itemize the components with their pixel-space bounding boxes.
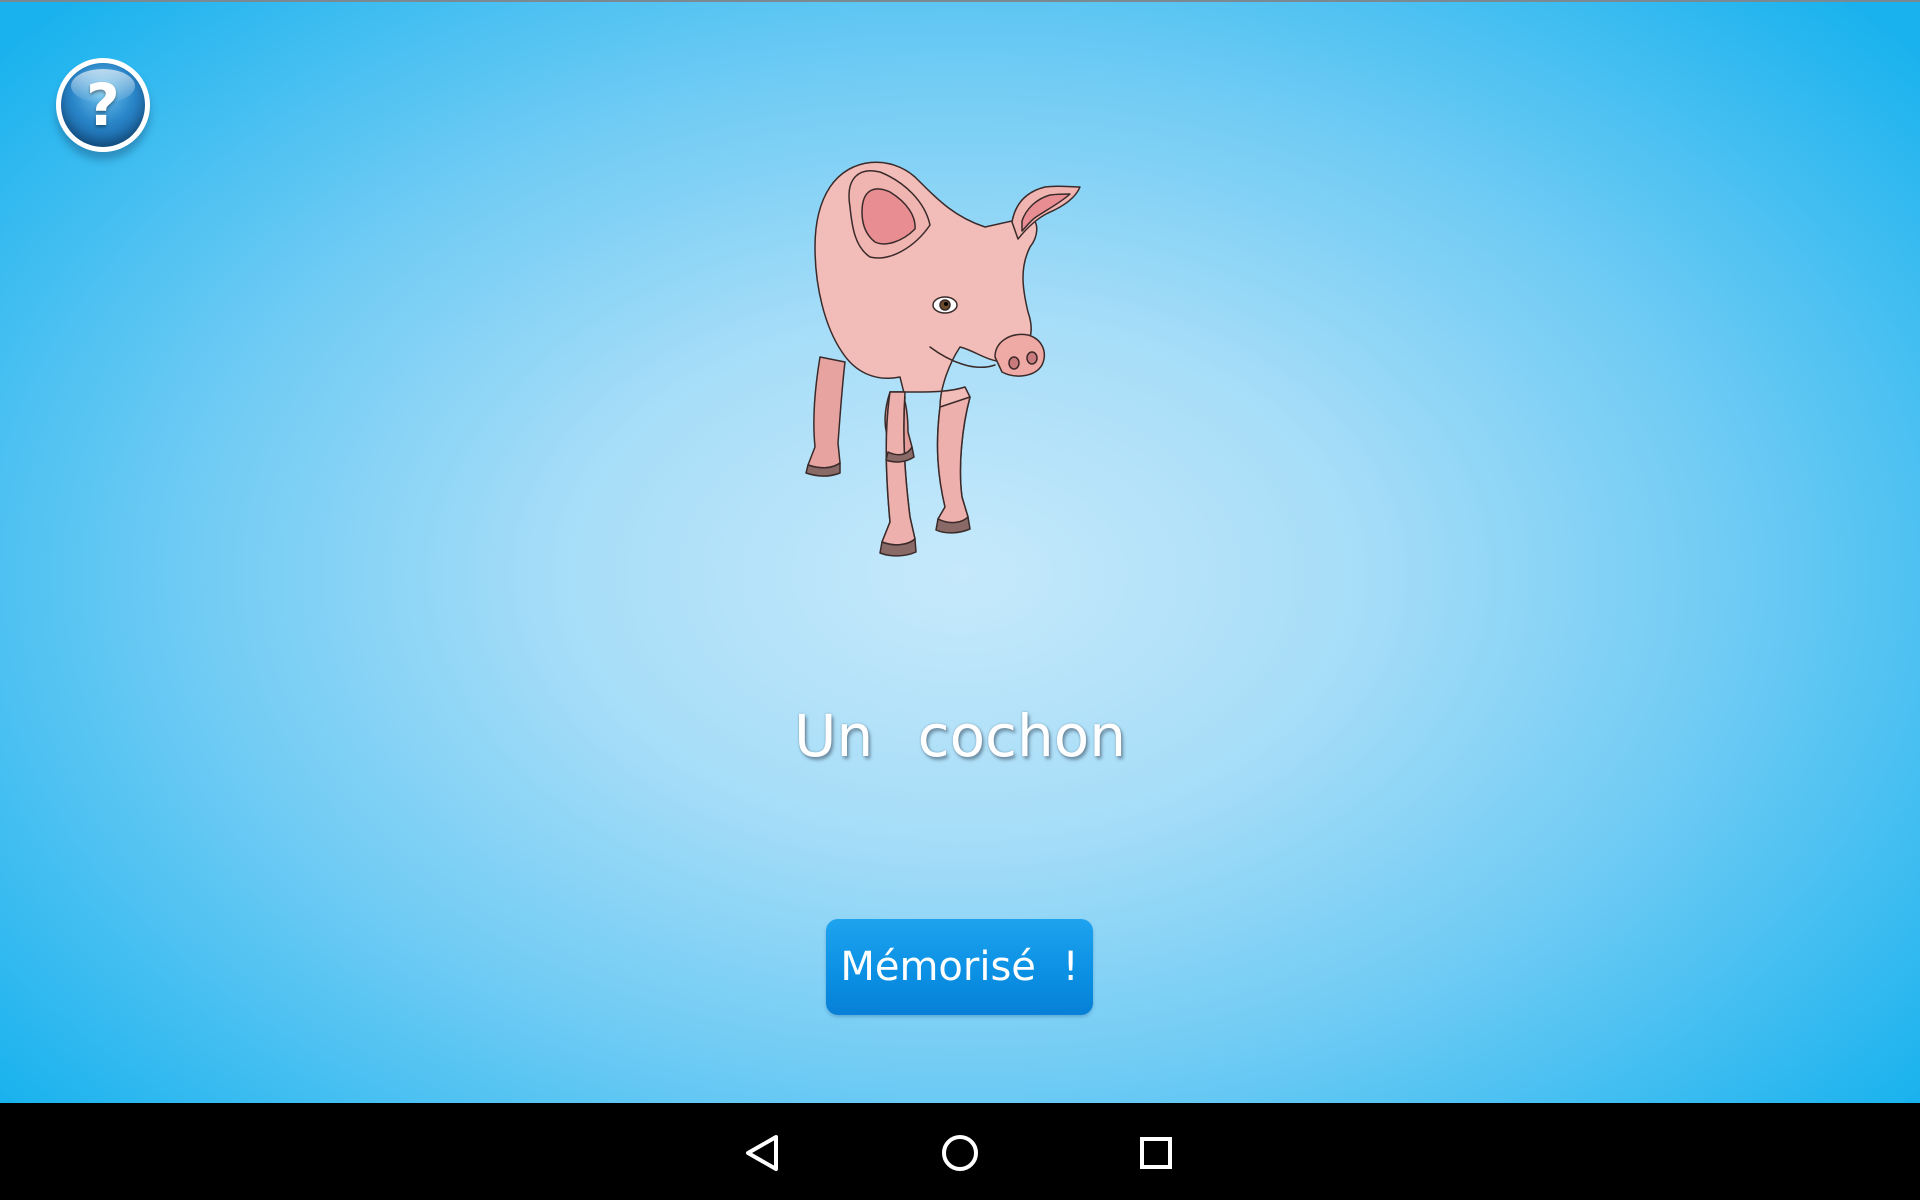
flashcard-screen: ? Un cochon Mémorisé !: [0, 0, 1920, 1103]
device-screen: ? Un cochon Mémorisé !: [0, 0, 1920, 1200]
question-mark-icon: ?: [86, 71, 120, 139]
help-button[interactable]: ?: [56, 58, 150, 152]
word-label: Un cochon: [794, 702, 1126, 770]
home-circle-icon[interactable]: [932, 1125, 988, 1181]
recents-square-icon[interactable]: [1128, 1125, 1184, 1181]
android-navigation-bar: [0, 1103, 1920, 1200]
pig-illustration: [805, 161, 1081, 557]
memorised-button[interactable]: Mémorisé !: [826, 919, 1093, 1015]
back-triangle-icon[interactable]: [736, 1125, 792, 1181]
